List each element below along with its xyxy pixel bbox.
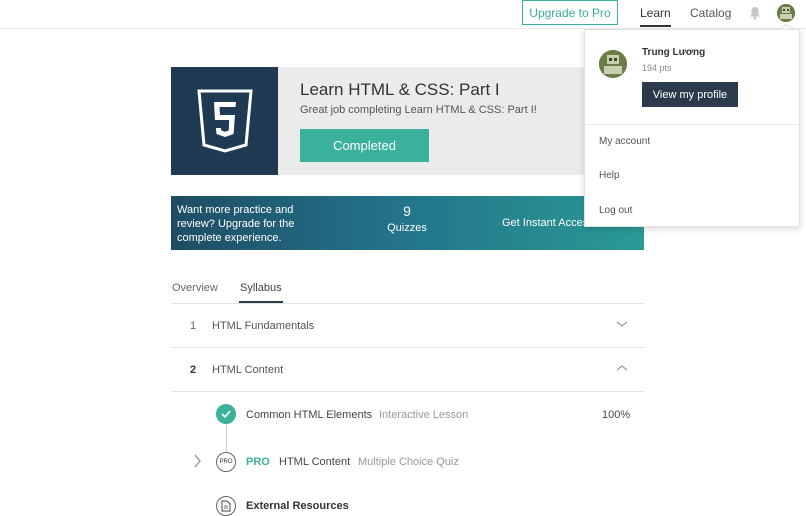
nav-learn-link[interactable]: Learn	[640, 6, 671, 27]
tab-overview[interactable]: Overview	[172, 282, 218, 294]
upgrade-banner[interactable]: Want more practice and review? Upgrade f…	[171, 196, 644, 250]
menu-item-help[interactable]: Help	[599, 170, 620, 181]
profile-dropdown: Trung Lương 194 pts View my profile My a…	[584, 29, 800, 227]
tab-syllabus[interactable]: Syllabus	[239, 282, 283, 303]
bell-icon[interactable]	[749, 6, 761, 20]
user-name: Trung Lương	[642, 47, 706, 58]
syllabus-unit-row[interactable]: 2 HTML Content	[171, 348, 644, 392]
course-subtitle: Great job completing Learn HTML & CSS: P…	[300, 104, 537, 116]
top-nav: Upgrade to Pro Learn Catalog	[0, 0, 806, 29]
lesson-progress: 100%	[602, 409, 631, 421]
check-icon	[216, 404, 236, 424]
nav-catalog-link[interactable]: Catalog	[690, 6, 731, 20]
unit-title: HTML Content	[212, 364, 284, 376]
chevron-right-icon[interactable]	[193, 454, 201, 468]
quiz-count: 9	[403, 203, 411, 219]
menu-item-log-out[interactable]: Log out	[599, 205, 632, 216]
course-tabs: Overview Syllabus	[171, 270, 644, 304]
lesson-name[interactable]: Common HTML Elements	[246, 409, 372, 421]
unit-number: 1	[190, 320, 197, 332]
banner-text: Want more practice and review? Upgrade f…	[177, 204, 295, 244]
menu-item-my-account[interactable]: My account	[599, 136, 650, 147]
quiz-label: Quizzes	[387, 222, 427, 234]
unit-number: 2	[190, 364, 197, 376]
document-icon	[216, 496, 236, 516]
pro-lock-icon: PRO	[216, 452, 236, 472]
unit-title: HTML Fundamentals	[212, 320, 315, 332]
view-profile-button[interactable]: View my profile	[642, 82, 738, 107]
upgrade-to-pro-button[interactable]: Upgrade to Pro	[522, 0, 618, 25]
divider	[585, 124, 799, 125]
lesson-name[interactable]: HTML Content	[279, 456, 350, 468]
chevron-down-icon[interactable]	[616, 320, 628, 328]
avatar	[599, 50, 627, 78]
chevron-up-icon[interactable]	[616, 364, 628, 372]
instant-access-link[interactable]: Get Instant Access	[502, 217, 594, 229]
pro-badge: PRO	[246, 456, 270, 468]
external-resources-link[interactable]: External Resources	[246, 500, 349, 512]
completed-button[interactable]: Completed	[300, 129, 429, 162]
user-points: 194 pts	[642, 63, 672, 73]
lesson-type: Interactive Lesson	[379, 409, 469, 421]
course-header: Learn HTML & CSS: Part I Great job compl…	[171, 67, 644, 175]
lesson-type: Multiple Choice Quiz	[358, 456, 459, 468]
html5-icon	[171, 67, 278, 175]
avatar[interactable]	[777, 4, 795, 22]
course-title: Learn HTML & CSS: Part I	[300, 80, 500, 99]
syllabus-unit-row[interactable]: 1 HTML Fundamentals	[171, 304, 644, 348]
